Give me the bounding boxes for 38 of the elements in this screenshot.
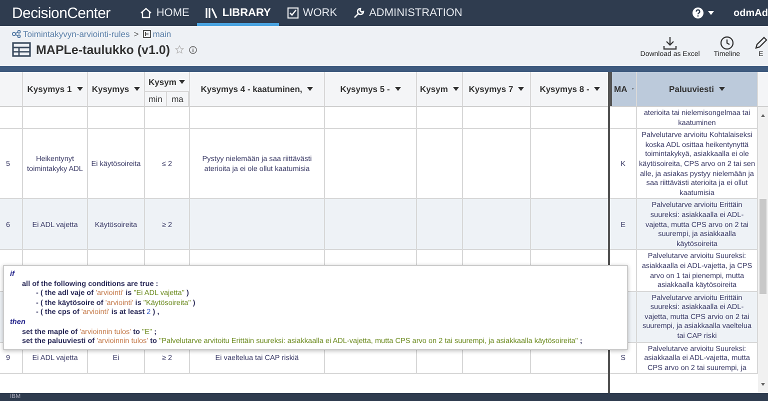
- caret-icon: [307, 87, 314, 91]
- house-icon: [140, 7, 152, 19]
- page-title: MAPLe-taulukko (v1.0): [36, 42, 170, 56]
- branch-icon: [142, 30, 151, 38]
- pencil-icon: [754, 36, 768, 50]
- caret-icon: [76, 87, 83, 91]
- subcolumn-header: ma: [167, 92, 189, 106]
- info-icon[interactable]: [189, 46, 198, 54]
- wrench-icon: [353, 7, 366, 19]
- caret-icon: [718, 87, 725, 91]
- breadcrumb-link[interactable]: Toimintakyvyn-arviointi-rules: [23, 29, 130, 39]
- clock-icon: [720, 36, 734, 50]
- column-header[interactable]: MA: [610, 72, 637, 106]
- download-icon: [663, 36, 678, 50]
- user-name[interactable]: odmAd: [734, 8, 768, 18]
- caret-icon[interactable]: [708, 11, 714, 15]
- caret-icon: [179, 80, 186, 84]
- nodes-icon: [12, 30, 21, 38]
- nav-tab[interactable]: ADMINISTRATION: [345, 0, 470, 26]
- nav-tab[interactable]: WORK: [278, 0, 346, 26]
- scrollbar[interactable]: [758, 107, 768, 393]
- caret-icon: [134, 87, 140, 91]
- star-icon[interactable]: [175, 45, 184, 54]
- table-icon: [12, 42, 31, 57]
- column-header[interactable]: Paluuviesti: [637, 72, 758, 106]
- caret-icon: [594, 87, 600, 91]
- caret-icon: [452, 87, 459, 91]
- books-icon: [205, 7, 218, 19]
- caret-icon: [394, 87, 401, 91]
- caret-icon: [518, 87, 524, 91]
- breadcrumb-separator: >: [134, 29, 139, 39]
- app-logo: DecisionCenter: [12, 4, 110, 22]
- nav-tab[interactable]: HOME: [132, 0, 198, 26]
- column-header[interactable]: Kysym: [145, 72, 189, 91]
- checkbox-icon: [286, 7, 299, 19]
- subcolumn-header: min: [145, 92, 167, 106]
- breadcrumb-link[interactable]: main: [152, 29, 172, 39]
- help-icon[interactable]: [692, 7, 704, 19]
